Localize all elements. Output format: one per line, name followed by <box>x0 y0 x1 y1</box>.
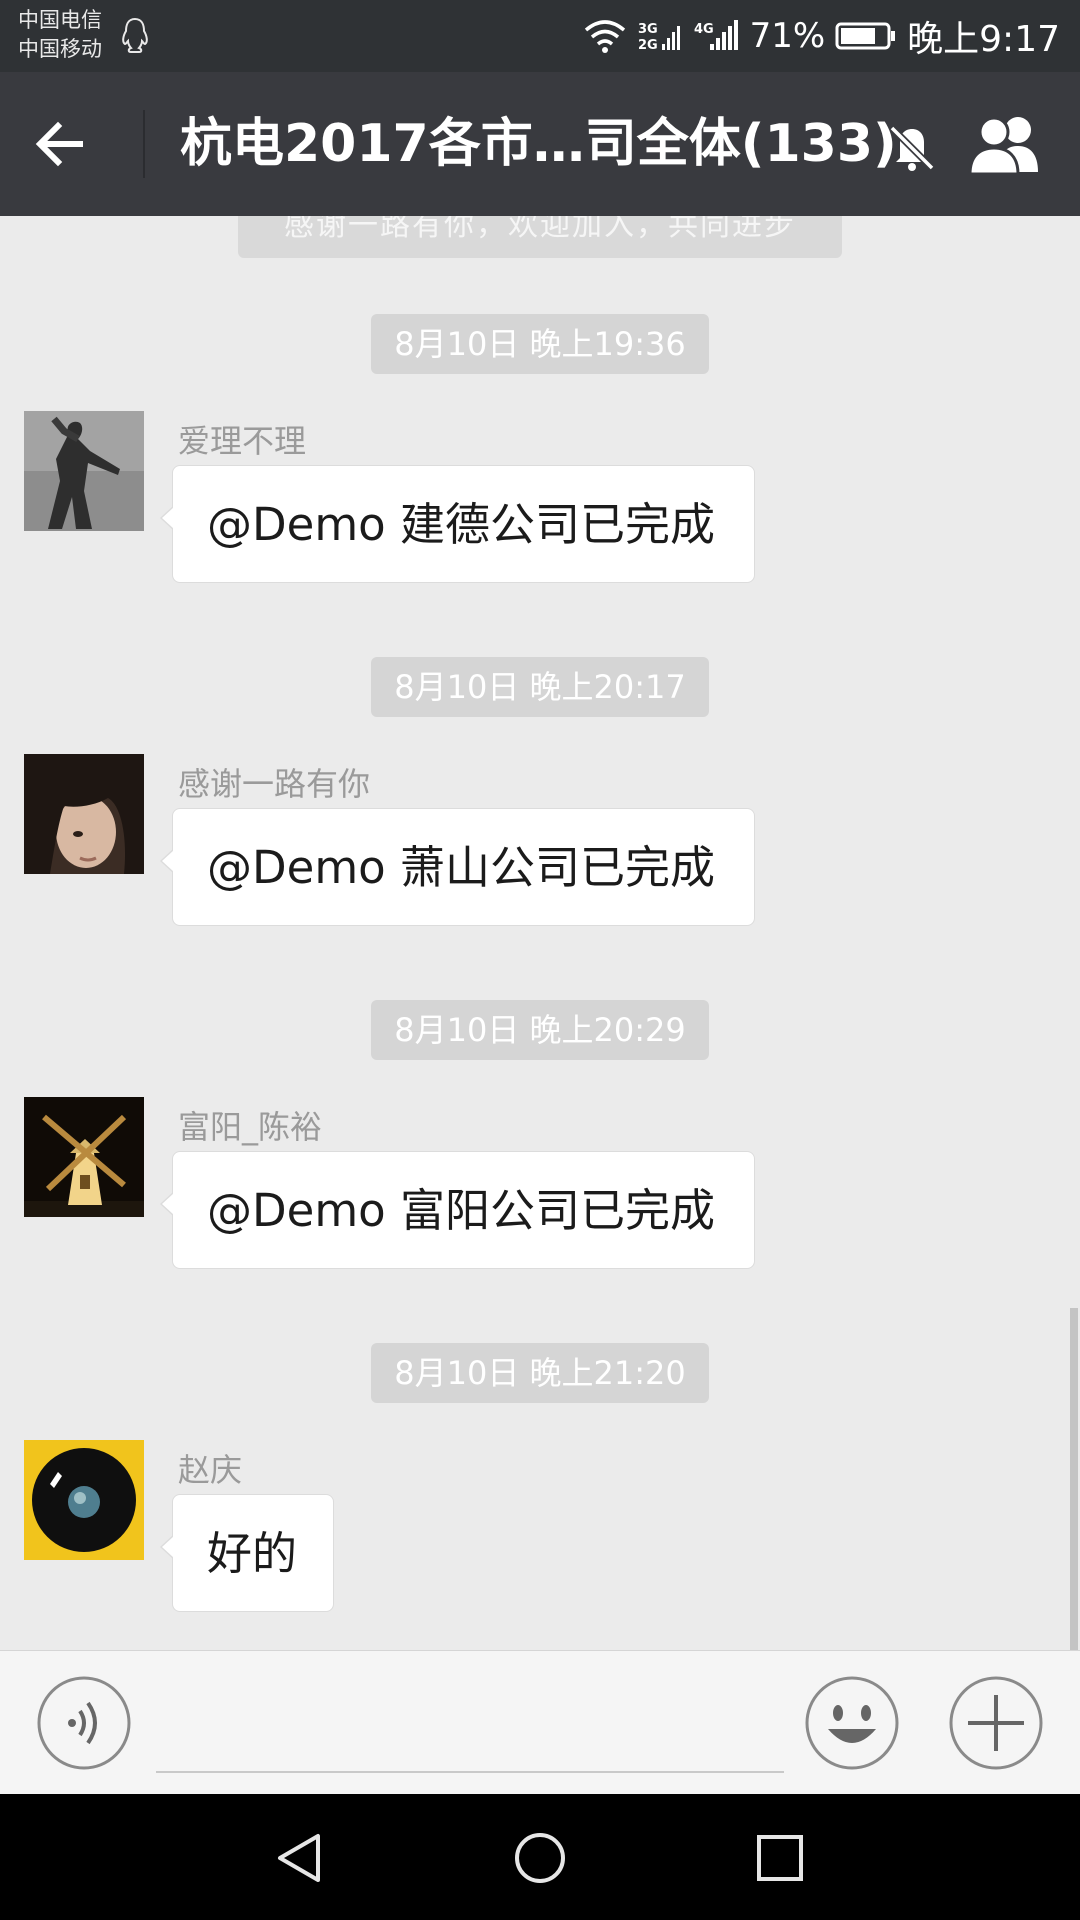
scrollbar[interactable] <box>1070 1308 1078 1650</box>
sender-name: 赵庆 <box>178 1451 243 1489</box>
system-nav-bar <box>0 1794 1080 1920</box>
timestamp: 8月10日 晚上19:36 <box>371 314 709 374</box>
message-list[interactable]: 感谢一路有你，欢迎加入，共同进步 8月10日 晚上19:36 爱理不理 @Dem… <box>0 216 1080 1650</box>
message-bubble[interactable]: 好的 <box>160 1494 334 1612</box>
avatar[interactable] <box>24 411 144 531</box>
message-input[interactable] <box>156 1677 784 1773</box>
chat-title: 杭电2017各市…司全体(133) <box>180 114 897 174</box>
wifi-icon <box>584 20 625 53</box>
face-avatar <box>24 754 144 874</box>
nav-back-icon[interactable] <box>272 1830 328 1886</box>
mute-bell-icon <box>889 125 935 171</box>
windmill-avatar <box>24 1097 144 1217</box>
carrier-1: 中国电信 <box>18 8 102 32</box>
status-bar: 中国电信 中国移动 3G 2G 4G 71% 晚上9:17 <box>0 0 1080 72</box>
sender-name: 感谢一路有你 <box>178 765 371 803</box>
chat-header: 杭电2017各市…司全体(133) <box>0 72 1080 216</box>
timestamp: 8月10日 晚上21:20 <box>371 1343 709 1403</box>
back-arrow-icon[interactable] <box>30 114 90 174</box>
signal-icon: 3G 2G <box>638 22 680 53</box>
message-bubble[interactable]: @Demo 富阳公司已完成 <box>160 1151 755 1269</box>
timestamp: 8月10日 晚上20:17 <box>371 657 709 717</box>
timestamp: 8月10日 晚上20:29 <box>371 1000 709 1060</box>
nav-home-icon[interactable] <box>512 1830 568 1886</box>
members-icon[interactable] <box>962 110 1052 178</box>
network-bottom-label: 2G <box>638 38 658 53</box>
clock: 晚上9:17 <box>907 19 1060 60</box>
message-bubble[interactable]: @Demo 萧山公司已完成 <box>160 808 755 926</box>
carrier-info: 中国电信 中国移动 <box>18 6 102 64</box>
statue-avatar <box>24 411 144 531</box>
sender-name: 爱理不理 <box>178 422 307 460</box>
header-divider <box>143 110 145 178</box>
planet-avatar <box>24 1440 144 1560</box>
signal-4g-icon: 4G <box>694 20 738 50</box>
plus-icon[interactable] <box>948 1675 1044 1771</box>
nav-recent-icon[interactable] <box>752 1830 808 1886</box>
battery-icon <box>835 22 896 50</box>
qq-icon <box>122 17 148 53</box>
avatar[interactable] <box>24 1440 144 1560</box>
system-notice-partial: 感谢一路有你，欢迎加入，共同进步 <box>238 216 842 258</box>
emoji-icon[interactable] <box>804 1675 900 1771</box>
sender-name: 富阳_陈裕 <box>178 1108 323 1146</box>
voice-icon[interactable] <box>36 1675 132 1771</box>
avatar[interactable] <box>24 754 144 874</box>
network-top-label: 3G <box>638 22 658 37</box>
message-bubble[interactable]: @Demo 建德公司已完成 <box>160 465 755 583</box>
avatar[interactable] <box>24 1097 144 1217</box>
battery-percent: 71% <box>749 16 826 56</box>
input-bar <box>0 1650 1080 1794</box>
carrier-2: 中国移动 <box>18 37 102 61</box>
network-4g-label: 4G <box>694 22 714 37</box>
